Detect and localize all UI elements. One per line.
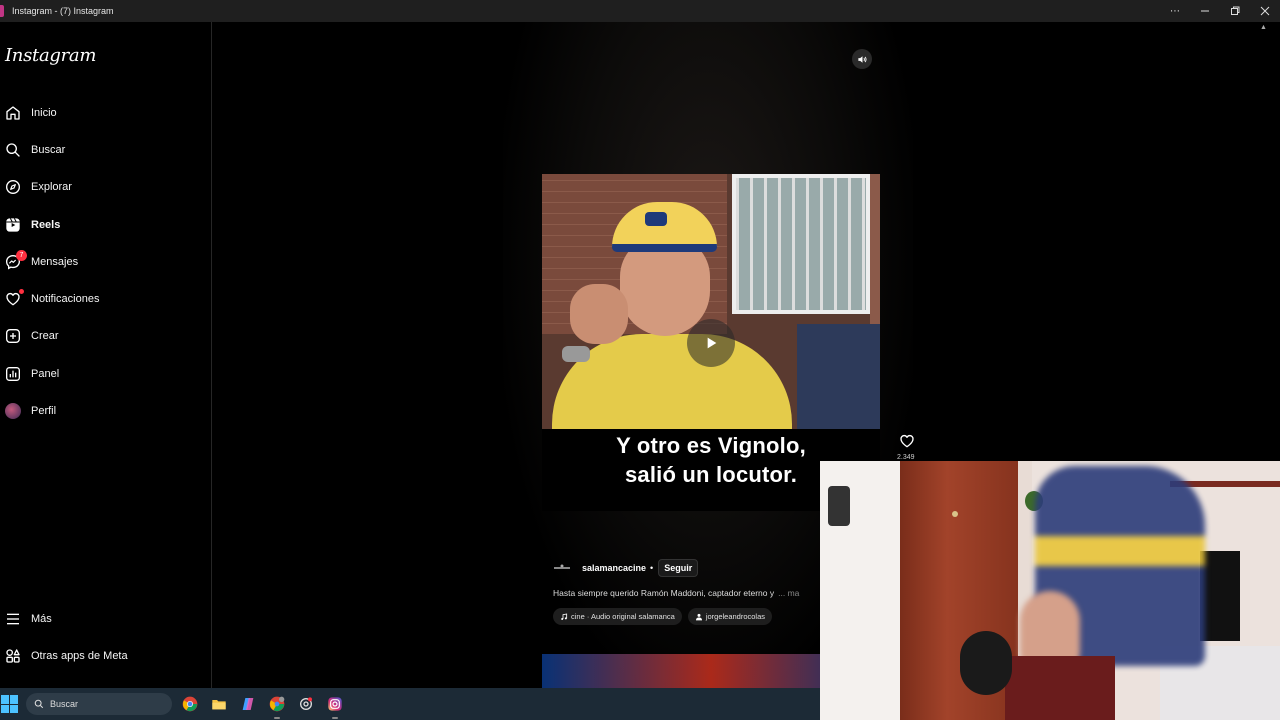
apps-icon xyxy=(4,647,22,665)
author-avatar[interactable] xyxy=(553,563,571,573)
close-button[interactable] xyxy=(1250,0,1280,22)
taskbar: Buscar xyxy=(0,688,820,720)
sidebar-item-label: Inicio xyxy=(31,106,57,119)
sidebar-nav: Inicio Buscar Explorar Reels 7 Mensajes … xyxy=(0,94,211,430)
subtitle-line: Y otro es Vignolo, xyxy=(616,433,806,458)
sidebar-bottom: Más Otras apps de Meta xyxy=(0,600,211,675)
music-note-icon xyxy=(561,613,568,620)
copilot-icon[interactable] xyxy=(239,695,257,713)
scrollbar[interactable]: ▲ xyxy=(1258,22,1280,462)
chrome-profile-icon[interactable] xyxy=(268,695,286,719)
sidebar-item-label: Más xyxy=(31,612,52,625)
chart-icon xyxy=(4,365,22,383)
sidebar-item-panel[interactable]: Panel xyxy=(0,355,211,392)
reel-caption[interactable]: Hasta siempre querido Ramón Maddoni, cap… xyxy=(553,588,823,598)
follow-button[interactable]: Seguir xyxy=(658,559,699,577)
minimize-button[interactable] xyxy=(1190,0,1220,22)
window-title-bar: Instagram - (7) Instagram ⋯ xyxy=(0,0,1280,22)
microphone xyxy=(960,631,1012,695)
sidebar-item-label: Buscar xyxy=(31,143,66,156)
play-button[interactable] xyxy=(687,319,735,367)
sidebar-item-inicio[interactable]: Inicio xyxy=(0,94,211,131)
reel-video[interactable] xyxy=(542,174,880,429)
notification-dot xyxy=(19,289,24,295)
sidebar-item-mas[interactable]: Más xyxy=(0,600,211,637)
plus-square-icon xyxy=(4,327,22,345)
reel-chips: cine · Audio original salamanca jorgelea… xyxy=(553,608,823,625)
sidebar-item-buscar[interactable]: Buscar xyxy=(0,131,211,168)
audio-chip[interactable]: cine · Audio original salamanca xyxy=(553,608,682,625)
profile-avatar xyxy=(4,402,22,420)
sidebar-item-label: Notificaciones xyxy=(31,293,100,306)
window-controls: ⋯ xyxy=(1160,0,1280,22)
taskbar-search[interactable]: Buscar xyxy=(26,693,172,715)
sidebar-item-crear[interactable]: Crear xyxy=(0,318,211,355)
more-options-button[interactable]: ⋯ xyxy=(1160,0,1190,22)
separator-dot: • xyxy=(650,563,654,573)
audio-chip-label: cine · Audio original salamanca xyxy=(571,612,675,621)
chrome-icon[interactable] xyxy=(181,695,199,713)
sidebar-item-label: Panel xyxy=(31,367,60,380)
sidebar-item-label: Reels xyxy=(31,218,61,231)
author-username[interactable]: salamancacine xyxy=(582,563,646,573)
sidebar-item-perfil[interactable]: Perfil xyxy=(0,392,211,429)
sidebar-item-mensajes[interactable]: 7 Mensajes xyxy=(0,243,211,280)
mute-button[interactable] xyxy=(852,49,872,69)
play-icon xyxy=(707,337,717,349)
avatar xyxy=(5,403,21,420)
minimize-icon xyxy=(1201,10,1209,12)
tagged-user-label: jorgeleandrocolas xyxy=(705,612,766,621)
restore-icon xyxy=(1231,6,1240,15)
chatgpt-icon[interactable] xyxy=(297,695,315,713)
sidebar-item-label: Perfil xyxy=(31,405,57,418)
file-explorer-icon[interactable] xyxy=(210,695,228,713)
sidebar-item-label: Otras apps de Meta xyxy=(31,649,128,662)
reels-icon xyxy=(4,216,22,234)
search-icon xyxy=(34,699,44,709)
heart-icon xyxy=(4,289,24,308)
reel-info: salamancacine • Seguir Hasta siempre que… xyxy=(553,559,823,625)
sidebar-item-label: Mensajes xyxy=(31,255,79,268)
scroll-up-arrow-icon[interactable]: ▲ xyxy=(1260,24,1267,31)
instagram-icon[interactable] xyxy=(326,695,344,719)
menu-icon xyxy=(4,610,22,628)
person-icon xyxy=(695,613,702,620)
sidebar-item-notificaciones[interactable]: Notificaciones xyxy=(0,280,211,317)
webcam-overlay xyxy=(820,461,1280,720)
home-icon xyxy=(4,104,22,122)
instagram-logo[interactable]: Instagram xyxy=(5,45,96,66)
author-row: salamancacine • Seguir xyxy=(553,559,823,577)
restore-button[interactable] xyxy=(1220,0,1250,22)
taskbar-search-label: Buscar xyxy=(50,699,79,709)
start-button[interactable] xyxy=(1,695,19,713)
search-icon xyxy=(4,141,22,159)
window-title: Instagram - (7) Instagram xyxy=(12,6,114,16)
sidebar-item-reels[interactable]: Reels xyxy=(0,206,211,243)
sidebar: Instagram Inicio Buscar Explorar Reels 7… xyxy=(0,22,212,688)
compass-icon xyxy=(4,178,22,196)
message-count-badge: 7 xyxy=(16,249,27,261)
sidebar-item-explorar[interactable]: Explorar xyxy=(0,169,211,206)
author-logo-icon xyxy=(554,564,570,569)
sidebar-item-label: Crear xyxy=(31,330,59,343)
sidebar-item-otras-apps[interactable]: Otras apps de Meta xyxy=(0,637,211,674)
like-count: 2.349 xyxy=(897,454,915,461)
caption-text: Hasta siempre querido Ramón Maddoni, cap… xyxy=(553,588,775,598)
sidebar-item-label: Explorar xyxy=(31,181,72,194)
like-heart-icon[interactable] xyxy=(899,433,915,449)
speaker-icon xyxy=(857,55,867,63)
tagged-user-chip[interactable]: jorgeleandrocolas xyxy=(687,608,773,625)
close-icon xyxy=(1260,6,1270,16)
caption-more-link[interactable]: ... ma xyxy=(778,588,799,598)
messenger-icon: 7 xyxy=(4,249,27,271)
app-icon xyxy=(0,5,4,17)
taskbar-apps xyxy=(181,695,344,719)
